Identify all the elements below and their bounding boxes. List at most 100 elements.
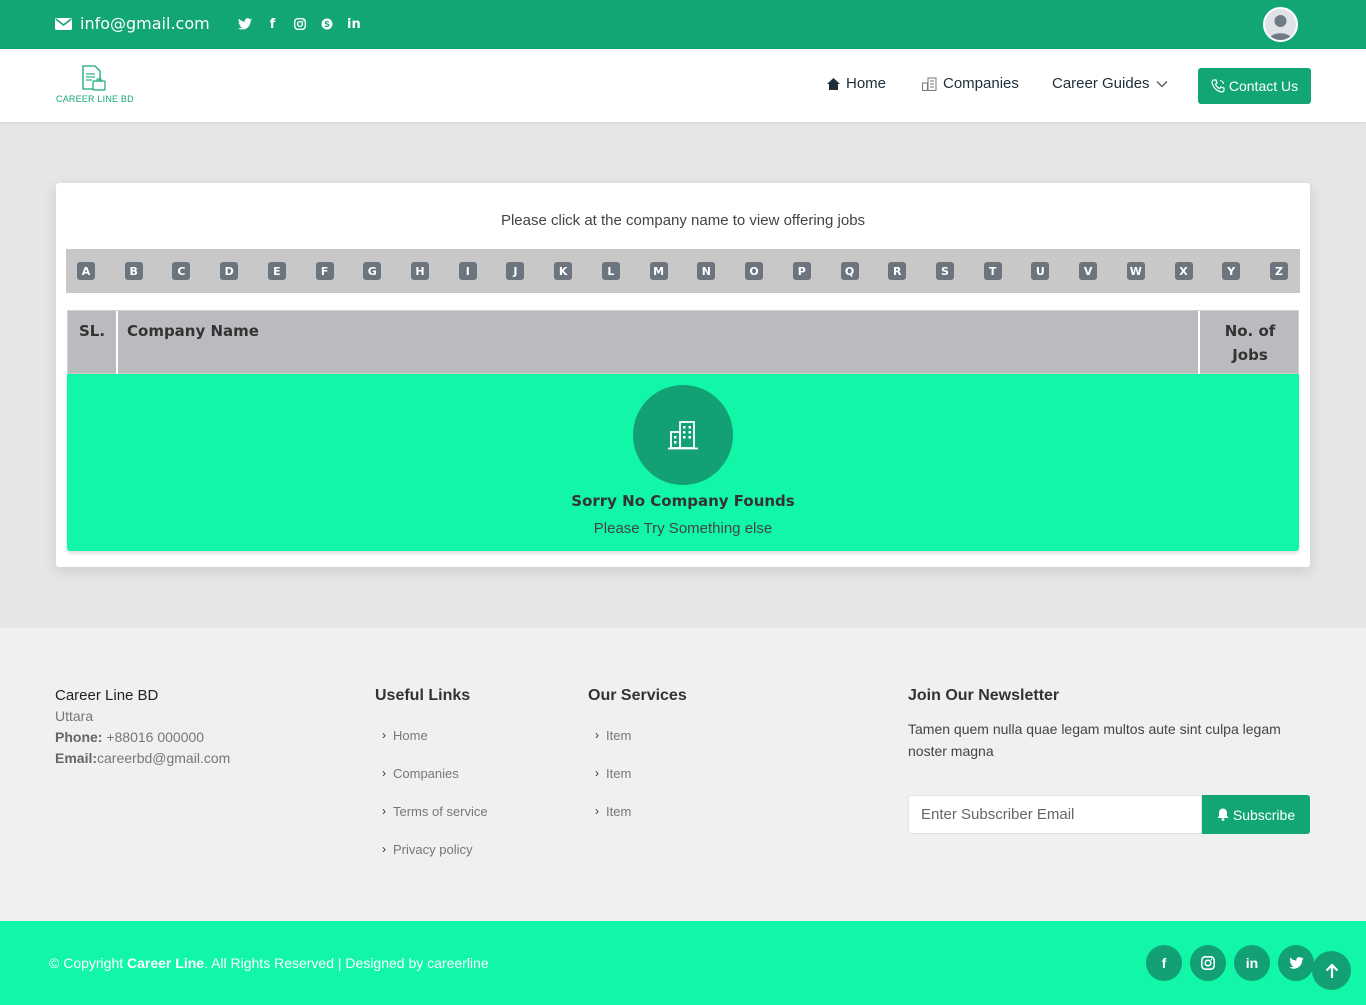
skype-icon[interactable]: S <box>320 15 333 33</box>
footer-useful-link[interactable]: › Privacy policy <box>375 830 488 868</box>
letter-filter-h[interactable]: H <box>411 262 430 280</box>
letter-filter-s[interactable]: S <box>935 262 954 280</box>
letter-filter-k[interactable]: K <box>554 262 573 280</box>
column-sl: SL. <box>68 311 118 375</box>
copyright-text: © Copyright Career Line. All Rights Rese… <box>49 955 489 971</box>
chevron-right-icon: › <box>595 766 599 780</box>
footer-service-link-label: Item <box>606 803 632 819</box>
letter-filter-y[interactable]: Y <box>1222 262 1241 280</box>
footer-facebook-icon[interactable]: f <box>1146 945 1182 981</box>
letter-filter-x[interactable]: X <box>1174 262 1193 280</box>
nav-home[interactable]: Home <box>827 75 886 92</box>
footer-company-info: Career Line BD Uttara Phone: +88016 0000… <box>55 687 230 766</box>
letter-filter-o[interactable]: O <box>745 262 764 280</box>
useful-links-title: Useful Links <box>375 687 471 704</box>
top-bar: info@gmail.com f S in <box>0 0 1366 49</box>
nav-companies-label: Companies <box>943 75 1019 92</box>
footer-useful-link-label: Terms of service <box>393 803 488 819</box>
footer-useful-link-label: Home <box>393 727 428 743</box>
buildings-icon <box>922 77 937 91</box>
site-logo[interactable]: CAREER LINE BD <box>56 65 138 107</box>
nav-companies[interactable]: Companies <box>922 75 1019 92</box>
nav-career-guides-label: Career Guides <box>1052 75 1150 92</box>
column-no-of-jobs-line2: Jobs <box>1232 346 1268 364</box>
user-avatar[interactable] <box>1263 7 1298 42</box>
contact-us-button[interactable]: Contact Us <box>1198 68 1311 104</box>
footer-email-label: Email: <box>55 750 98 766</box>
letter-filter-c[interactable]: C <box>172 262 191 280</box>
letter-filter-b[interactable]: B <box>124 262 143 280</box>
alphabet-filter: A B C D E F G H I J K L M N O P Q R S T U V W X Y Z <box>66 249 1300 293</box>
arrow-up-icon <box>1325 962 1338 978</box>
chevron-right-icon: › <box>382 728 386 742</box>
building-icon <box>668 421 698 450</box>
twitter-icon[interactable] <box>238 15 252 33</box>
linkedin-icon[interactable]: in <box>347 15 361 33</box>
company-table-header: SL. Company Name No. of Jobs <box>67 310 1300 375</box>
chevron-down-icon <box>1156 80 1168 87</box>
footer-phone: Phone: +88016 000000 <box>55 729 230 745</box>
chevron-right-icon: › <box>595 804 599 818</box>
letter-filter-j[interactable]: J <box>506 262 525 280</box>
letter-filter-q[interactable]: Q <box>840 262 859 280</box>
letter-filter-e[interactable]: E <box>267 262 286 280</box>
chevron-right-icon: › <box>595 728 599 742</box>
chevron-right-icon: › <box>382 804 386 818</box>
letter-filter-f[interactable]: F <box>315 262 334 280</box>
top-email-text: info@gmail.com <box>80 14 210 33</box>
footer-newsletter: Join Our Newsletter Tamen quem nulla qua… <box>908 687 1310 834</box>
subscribe-form: Subscribe <box>908 795 1310 834</box>
column-no-of-jobs-line1: No. of <box>1224 322 1276 340</box>
letter-filter-z[interactable]: Z <box>1269 262 1288 280</box>
nav-career-guides[interactable]: Career Guides <box>1052 75 1168 92</box>
letter-filter-u[interactable]: U <box>1031 262 1050 280</box>
letter-filter-i[interactable]: I <box>458 262 477 280</box>
letter-filter-n[interactable]: N <box>697 262 716 280</box>
subscriber-email-input[interactable] <box>908 795 1202 834</box>
copyright-brand: Career Line <box>127 955 205 971</box>
column-no-of-jobs: No. of Jobs <box>1200 311 1300 375</box>
letter-filter-p[interactable]: P <box>792 262 811 280</box>
letter-filter-a[interactable]: A <box>77 262 95 280</box>
footer-service-link[interactable]: › Item <box>588 792 687 830</box>
top-social-links: f S in <box>238 15 361 33</box>
svg-text:S: S <box>324 20 330 29</box>
footer-service-link[interactable]: › Item <box>588 716 687 754</box>
column-company-name: Company Name <box>118 311 1200 375</box>
footer-useful-link[interactable]: › Terms of service <box>375 792 488 830</box>
footer-company-city: Uttara <box>55 708 94 724</box>
letter-filter-r[interactable]: R <box>888 262 907 280</box>
top-email[interactable]: info@gmail.com <box>55 14 210 33</box>
main-header: CAREER LINE BD Home Companies Career Gui… <box>0 49 1366 122</box>
footer-instagram-icon[interactable] <box>1190 945 1226 981</box>
subscribe-button[interactable]: Subscribe <box>1202 795 1310 834</box>
logo-document-icon <box>82 65 106 91</box>
bell-icon <box>1217 808 1229 821</box>
empty-state: Sorry No Company Founds Please Try Somet… <box>67 374 1299 551</box>
facebook-icon[interactable]: f <box>266 15 279 33</box>
empty-state-title: Sorry No Company Founds <box>571 492 795 510</box>
footer-linkedin-icon[interactable]: in <box>1234 945 1270 981</box>
letter-filter-t[interactable]: T <box>983 262 1002 280</box>
back-to-top-button[interactable] <box>1312 951 1351 990</box>
instruction-text: Please click at the company name to view… <box>500 212 866 229</box>
footer: Career Line BD Uttara Phone: +88016 0000… <box>0 628 1366 921</box>
letter-filter-w[interactable]: W <box>1126 262 1145 280</box>
footer-email-value: careerbd@gmail.com <box>97 750 231 766</box>
useful-links-list: › Home › Companies › Terms of service › Privacy… <box>375 716 488 868</box>
phone-icon <box>1211 79 1225 93</box>
letter-filter-v[interactable]: V <box>1079 262 1098 280</box>
letter-filter-m[interactable]: M <box>649 262 668 280</box>
company-list-card: Please click at the company name to view… <box>56 183 1310 567</box>
letter-filter-l[interactable]: L <box>601 262 620 280</box>
footer-service-link[interactable]: › Item <box>588 754 687 792</box>
footer-service-link-label: Item <box>606 765 632 781</box>
services-title: Our Services <box>588 687 687 704</box>
instagram-icon[interactable] <box>293 15 306 33</box>
copyright-prefix: © Copyright <box>49 955 128 971</box>
letter-filter-g[interactable]: G <box>363 262 382 280</box>
footer-twitter-icon[interactable] <box>1278 945 1314 981</box>
footer-useful-link[interactable]: › Companies <box>375 754 488 792</box>
footer-useful-link[interactable]: › Home <box>375 716 488 754</box>
letter-filter-d[interactable]: D <box>220 262 239 280</box>
